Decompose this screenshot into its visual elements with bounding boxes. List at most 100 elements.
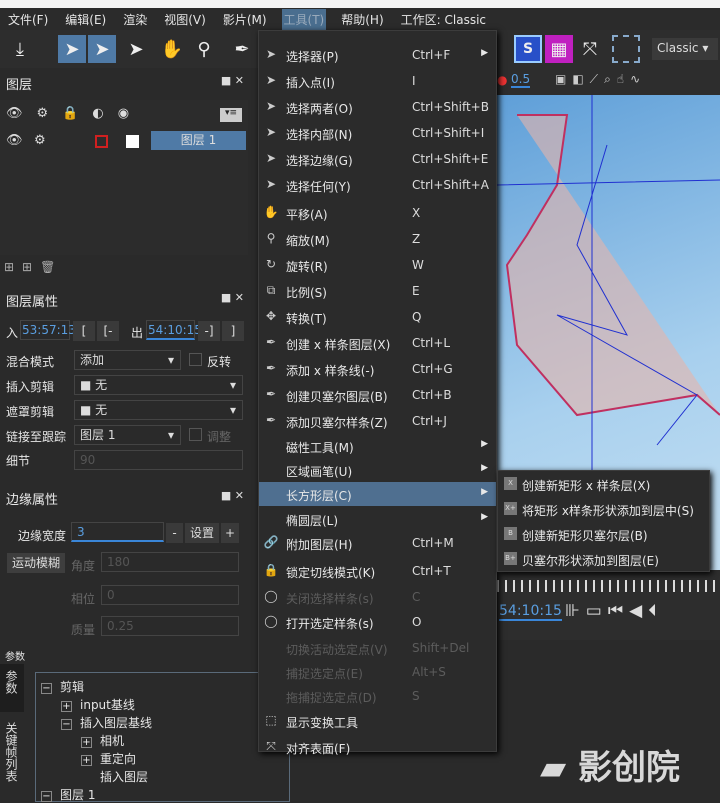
current-time-field[interactable]: 54:10:15 [499,603,562,621]
menu-item[interactable]: ↻ 旋转(R) W [259,253,496,277]
go-in-button[interactable]: [- [97,321,119,341]
menu-item[interactable]: ➤ 选择两者(O) Ctrl+Shift+B [259,95,496,119]
insert-point-icon[interactable]: ➤ [122,35,150,63]
menu-file[interactable]: 文件(F) [6,9,50,30]
submenu-item[interactable]: B+ 贝塞尔形状添加到图层(E) [498,547,709,571]
panel-float-close-icons[interactable]: ■ ✕ [221,291,244,304]
layers-menu-icon[interactable]: ▾≡ [220,108,242,122]
edge-width-plus-button[interactable]: + [221,523,239,543]
menu-item[interactable]: ✋ 平移(A) X [259,201,496,225]
menu-item[interactable]: ➤ 选择边缘(G) Ctrl+Shift+E [259,147,496,171]
motion-blur-button[interactable]: 运动模糊 [7,553,65,573]
select-tool-icon[interactable]: ➤ [58,35,86,63]
layer-row-selected[interactable]: 图层 1 [151,131,246,150]
gear-icon[interactable]: ⚙ [34,133,46,148]
menu-workspace[interactable]: 工作区: Classic [399,9,488,30]
menu-item[interactable]: 长方形层(C) ▶ [259,482,496,506]
workspace-value: Classic [657,41,699,55]
submenu-item[interactable]: X+ 将矩形 x样条形状添加到层中(S) [498,497,709,521]
timeline-ruler[interactable] [497,580,720,592]
out-time-field[interactable]: 54:10:15 [146,320,202,340]
tab-keyframe-list[interactable]: 关键帧列表 [0,716,24,796]
tree-node-layer-1[interactable]: − 图层 1 [41,786,95,803]
menu-item[interactable]: ⧉ 比例(S) E [259,279,496,303]
in-time-field[interactable]: 53:57:13 [20,320,76,340]
menu-edit[interactable]: 编辑(E) [63,9,108,30]
menu-item-shortcut: O [412,615,422,629]
submenu-item[interactable]: X 创建新矩形 x 样条层(X) [498,472,709,496]
pen-tool-icon[interactable]: ✒ [228,35,256,63]
menu-item[interactable]: ⤧ 对齐表面(F) [259,735,496,759]
grid-icon[interactable]: ▦ [545,35,573,63]
opacity-field[interactable]: 0.5 [511,72,531,88]
menu-item[interactable]: ✒ 创建贝塞尔图层(B) Ctrl+B [259,383,496,407]
align-surface-icon[interactable]: ⤧ [576,35,604,63]
panel-float-close-icons[interactable]: ■ ✕ [221,74,244,87]
menu-render[interactable]: 渲染 [121,9,149,30]
workspace-dropdown[interactable]: Classic ▾ [652,38,718,60]
tree-node-reorient[interactable]: + 重定向 [81,750,136,767]
menu-item[interactable]: ⚲ 缩放(M) Z [259,227,496,251]
layer-white-swatch[interactable] [126,135,139,148]
detail-field[interactable]: 90 [74,450,243,470]
adjust-checkbox[interactable] [189,428,202,441]
submenu-item[interactable]: B 创建新矩形贝塞尔层(B) [498,522,709,546]
set-out-button[interactable]: ] [222,321,244,341]
set-in-button[interactable]: [ [73,321,95,341]
transform-tool-icon[interactable] [612,35,640,63]
select-both-tool-icon[interactable]: ➤ [88,35,116,63]
menu-item-shortcut: Z [412,232,421,246]
edge-width-field[interactable]: 3 [71,522,164,542]
tree-node-camera[interactable]: + 相机 [81,732,124,749]
pen-icon: ✒ [265,387,277,401]
invert-checkbox[interactable] [189,353,202,366]
menu-item[interactable]: ✒ 创建 x 样条图层(X) Ctrl+L [259,331,496,355]
go-out-button[interactable]: -] [198,321,220,341]
edge-width-minus-button[interactable]: - [166,523,183,543]
menu-item[interactable]: 🔒 锁定切线模式(K) Ctrl+T [259,559,496,583]
menu-item[interactable]: 椭圆层(L) ▶ [259,507,496,531]
tab-params[interactable]: 参数 [0,664,24,712]
menu-item-shortcut: Ctrl+B [412,388,452,402]
edge-width-set-button[interactable]: 设置 [185,523,219,543]
panel-float-close-icons[interactable]: ■ ✕ [221,489,244,502]
menu-item[interactable]: ✥ 转换(T) Q [259,305,496,329]
phase-field[interactable]: 0 [101,585,239,605]
menu-item[interactable]: 区域画笔(U) ▶ [259,458,496,482]
menu-item[interactable]: ✒ 添加贝塞尔样条(Z) Ctrl+J [259,409,496,433]
layer-actions-icons[interactable]: ⊞⊞🗑 [4,260,63,274]
blend-mode-select[interactable]: 添加 ▾ [74,350,181,370]
visibility-icon[interactable]: 👁 [6,133,23,148]
menu-item-label: 旋转(R) [286,260,328,274]
menu-tools[interactable]: 工具(T) [281,8,327,30]
matte-clip-select[interactable]: ■ 无 ▾ [74,400,243,420]
quality-field[interactable]: 0.25 [101,616,239,636]
link-track-select[interactable]: 图层 1 ▾ [74,425,181,445]
angle-field[interactable]: 180 [101,552,239,572]
insert-clip-select[interactable]: ■ 无 ▾ [74,375,243,395]
tree-node-clip[interactable]: − 剪辑 [41,678,84,695]
menu-item[interactable]: ➤ 选择器(P) Ctrl+F ▶ [259,43,496,67]
menu-item[interactable]: ⬚ 显示变换工具 [259,709,496,733]
record-icon[interactable]: ● [497,73,507,87]
menu-item[interactable]: ➤ 插入点(I) I [259,69,496,93]
menu-item[interactable]: ➤ 选择内部(N) Ctrl+Shift+I [259,121,496,145]
playback-controls-icons[interactable]: ⊪▭⏮◀⏴ [565,601,663,621]
tree-node-insert-layer[interactable]: 插入图层 [100,768,148,785]
tree-node-insert-layer-baseline[interactable]: − 插入图层基线 [61,714,152,731]
menu-view[interactable]: 视图(V) [162,9,208,30]
menu-item[interactable]: ◯ 打开选定样条(s) O [259,610,496,634]
menu-item[interactable]: 磁性工具(M) ▶ [259,434,496,458]
download-icon[interactable]: ⤓ [6,35,34,63]
menu-help[interactable]: 帮助(H) [339,9,385,30]
menu-item[interactable]: ✒ 添加 x 样条线(-) Ctrl+G [259,357,496,381]
menu-item[interactable]: 🔗 附加图层(H) Ctrl+M [259,531,496,555]
magnifier-icon[interactable]: ⚲ [190,35,218,63]
s-surface-icon[interactable]: S [514,35,542,63]
viewer-tool-icons[interactable]: ▣◧⟋⌕☝∿ [555,72,646,87]
tree-node-input-baseline[interactable]: + input基线 [61,696,135,713]
menu-item[interactable]: ➤ 选择任何(Y) Ctrl+Shift+A [259,173,496,197]
menu-movie[interactable]: 影片(M) [221,9,269,30]
layer-color-swatch[interactable] [95,135,108,148]
hand-icon[interactable]: ✋ [158,35,186,63]
